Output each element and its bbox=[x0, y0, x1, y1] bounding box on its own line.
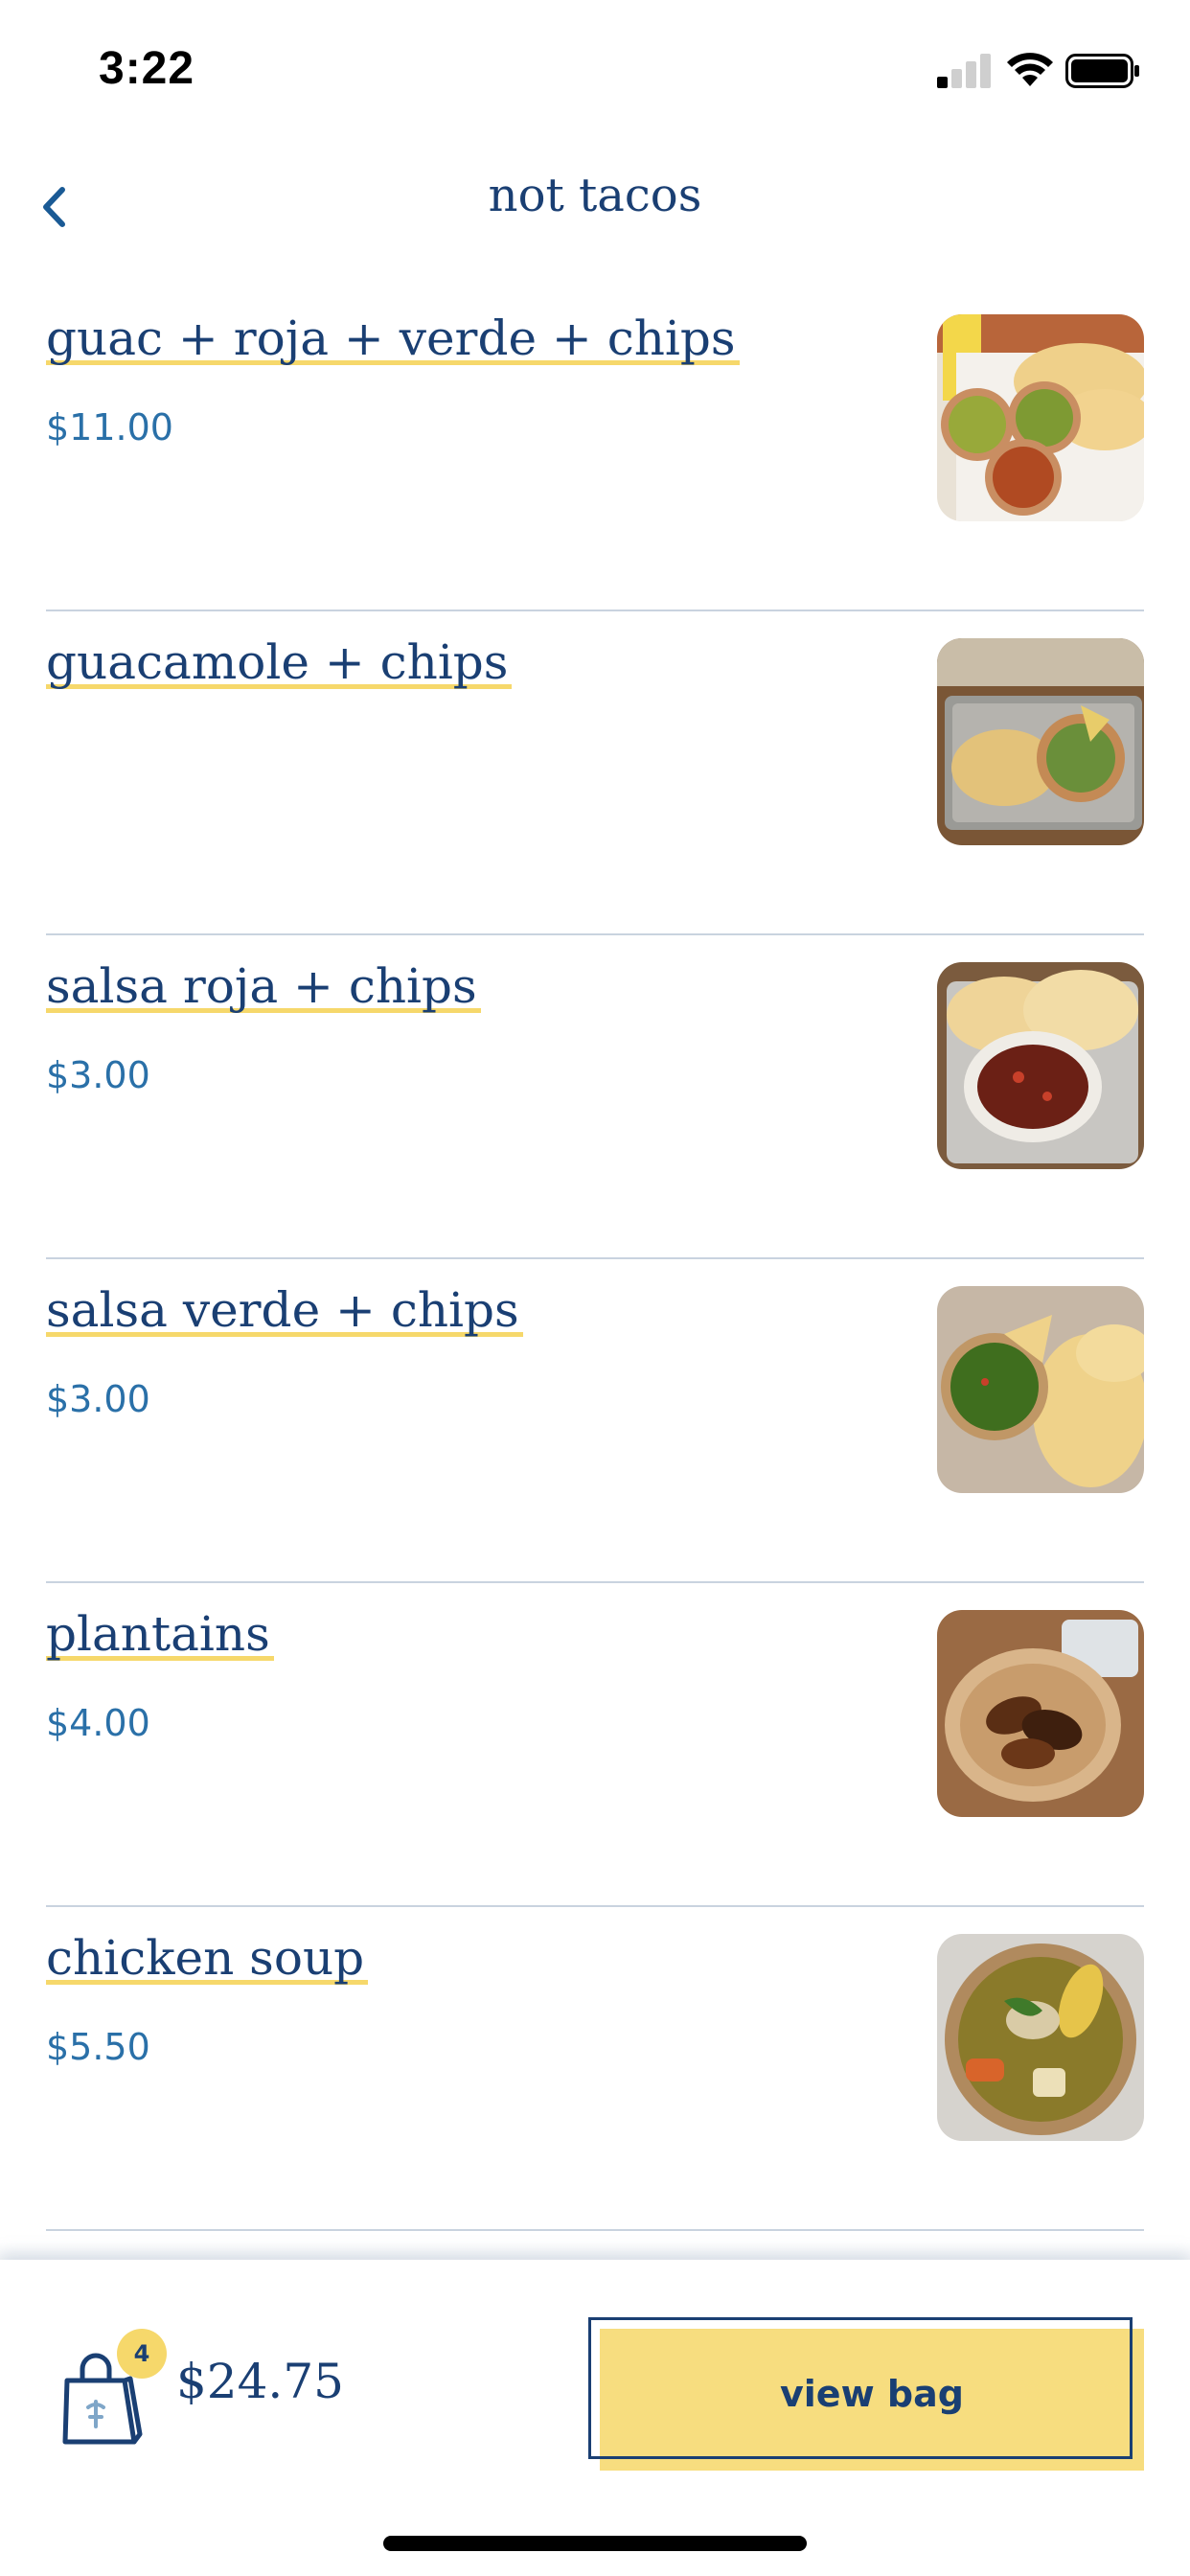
item-price: $11.00 bbox=[46, 406, 173, 448]
menu-item[interactable]: guac + roja + verde + chips $11.00 bbox=[46, 288, 1144, 611]
item-price: $4.00 bbox=[46, 1702, 150, 1744]
battery-icon bbox=[1065, 54, 1139, 88]
guac-roja-verde-chips-photo bbox=[937, 314, 1144, 521]
item-name: guac + roja + verde + chips bbox=[46, 310, 740, 372]
nav-bar: not tacos bbox=[0, 144, 1190, 268]
item-name: guacamole + chips bbox=[46, 634, 513, 696]
item-price: $5.50 bbox=[46, 2026, 150, 2068]
menu-list: guac + roja + verde + chips $11.00 guaca… bbox=[46, 288, 1144, 2231]
view-bag-label: view bag bbox=[780, 2373, 964, 2415]
plantains-photo bbox=[937, 1610, 1144, 1817]
guacamole-chips-photo bbox=[937, 638, 1144, 845]
salsa-roja-chips-photo bbox=[937, 962, 1144, 1169]
bag-count-badge: 4 bbox=[117, 2329, 167, 2379]
status-time: 3:22 bbox=[99, 43, 195, 94]
bottom-bar: 4 $24.75 view bag bbox=[0, 2260, 1190, 2576]
item-price: $3.00 bbox=[46, 1054, 150, 1096]
cellular-signal-icon bbox=[937, 54, 991, 88]
menu-item[interactable]: guacamole + chips bbox=[46, 611, 1144, 935]
page-title: not tacos bbox=[488, 169, 702, 222]
item-name: chicken soup bbox=[46, 1930, 369, 1991]
item-price: $3.00 bbox=[46, 1378, 150, 1420]
status-bar: 3:22 bbox=[0, 0, 1190, 144]
menu-item[interactable]: salsa roja + chips $3.00 bbox=[46, 935, 1144, 1259]
item-name: salsa roja + chips bbox=[46, 958, 481, 1020]
wifi-icon bbox=[1007, 53, 1053, 86]
home-indicator bbox=[383, 2536, 807, 2551]
item-name: plantains bbox=[46, 1606, 274, 1668]
bag-total: $24.75 bbox=[176, 2354, 344, 2409]
view-bag-button[interactable]: view bag bbox=[588, 2317, 1144, 2471]
salsa-verde-chips-photo bbox=[937, 1286, 1144, 1493]
chicken-soup-photo bbox=[937, 1934, 1144, 2141]
menu-item[interactable]: plantains $4.00 bbox=[46, 1583, 1144, 1907]
item-name: salsa verde + chips bbox=[46, 1282, 523, 1344]
menu-item[interactable]: chicken soup $5.50 bbox=[46, 1907, 1144, 2231]
menu-item[interactable]: salsa verde + chips $3.00 bbox=[46, 1259, 1144, 1583]
